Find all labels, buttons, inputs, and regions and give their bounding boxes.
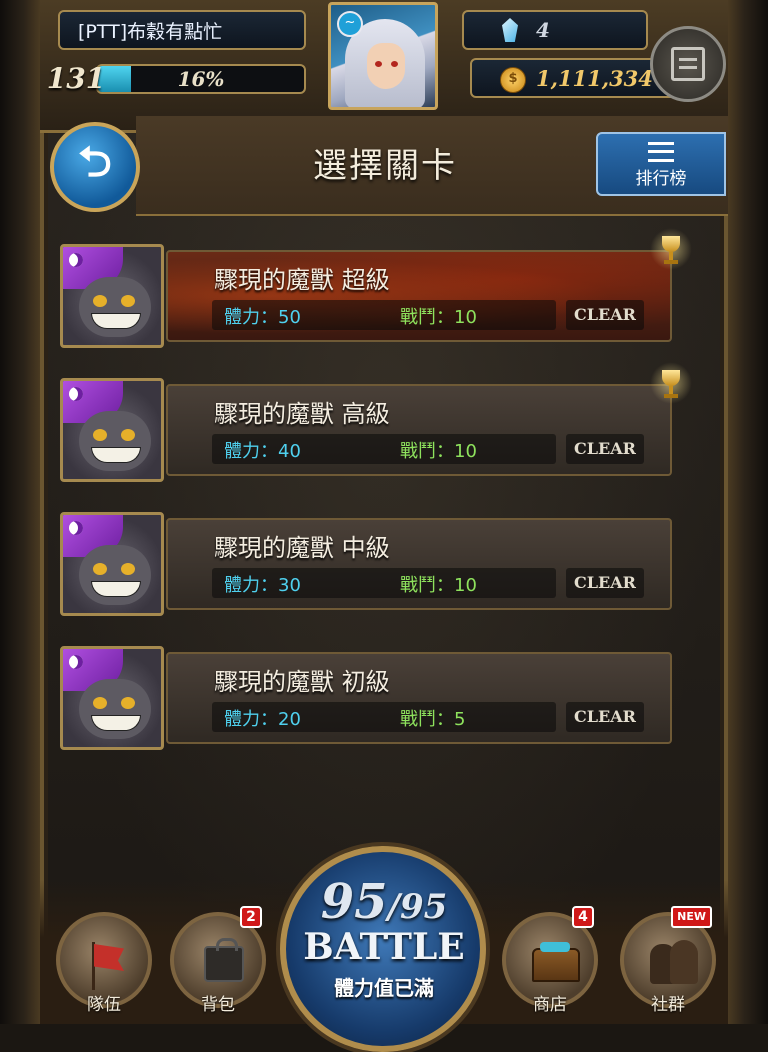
ranking-button[interactable]: 排行榜 [596,132,726,196]
page-title: 選擇關卡 [313,146,457,186]
cheshire-cat-avatar [60,378,164,482]
cheshire-cat-avatar [60,646,164,750]
back-button[interactable]: ⮌ [50,122,140,212]
battle-button[interactable]: 95/95 BATTLE 體力值已滿 [276,840,492,1052]
stage-item[interactable]: 驟現的魔獸 高級 體力：40 戰鬥：10 CLEAR [58,362,692,482]
clear-badge: CLEAR [566,702,644,732]
clear-badge: CLEAR [566,568,644,598]
menu-button[interactable] [650,26,726,102]
avatar-eye [121,429,135,441]
stamina-cost: 體力：20 [224,709,301,730]
stage-item[interactable]: 驟現的魔獸 超級 體力：50 戰鬥：10 CLEAR [58,228,692,348]
nav-bag-button[interactable]: 2 背包 [166,906,270,1024]
battle-count: 戰鬥：5 [400,709,466,730]
nav-label: 商店 [533,995,567,1015]
stage-title: 驟現的魔獸 初級 [214,668,390,696]
treasure-chest-icon [532,942,580,982]
stage-item[interactable]: 驟現的魔獸 初級 體力：20 戰鬥：5 CLEAR [58,646,678,750]
trophy-icon [650,362,692,404]
stamina-status: 體力值已滿 [334,976,434,1000]
stage-item[interactable]: 驟現的魔獸 中級 體力：30 戰鬥：10 CLEAR [58,512,678,616]
ranking-label: 排行榜 [635,169,687,189]
player-portrait[interactable]: ~ [328,2,438,110]
nav-label: 社群 [651,995,685,1015]
avatar-eye [93,563,107,575]
coin-counter: $ 1,111,334 [470,58,680,98]
stamina-display: 95/95 [276,874,492,930]
stamina-cost: 體力：30 [224,575,301,596]
nav-label: 隊伍 [87,995,121,1015]
portrait-face [367,43,405,89]
trophy-icon [650,228,692,270]
nav-shop-button[interactable]: 4 商店 [498,906,602,1024]
coin-icon: $ [500,67,526,93]
gem-icon [502,18,518,42]
nav-social-button[interactable]: NEW 社群 [616,906,720,1024]
stage-title: 驟現的魔獸 高級 [214,400,390,428]
battle-count: 戰鬥：10 [400,307,477,328]
gem-count: 4 [536,18,550,42]
new-badge: NEW [671,906,712,928]
moon-icon [69,521,83,535]
moon-icon [69,655,83,669]
attribute-icon: ~ [337,11,363,37]
nav-label: 背包 [201,995,235,1015]
avatar-eye [93,295,107,307]
exp-percent: 16% [177,67,225,91]
moon-icon [69,253,83,267]
cheshire-cat-avatar [60,244,164,348]
battle-label: BATTLE [303,926,465,968]
player-level: 131 [46,61,106,95]
battle-count: 戰鬥：10 [400,441,477,462]
stamina-current: 95 [320,874,388,930]
notification-badge: 4 [572,906,594,928]
clear-badge: CLEAR [566,300,644,330]
list-icon [648,142,674,162]
flag-icon [94,944,124,971]
stage-title: 驟現的魔獸 中級 [214,534,390,562]
nav-team-button[interactable]: 隊伍 [52,906,156,1024]
battle-count: 戰鬥：10 [400,575,477,596]
moon-icon [69,387,83,401]
avatar-eye [93,429,107,441]
player-name: [PTT]布穀有點忙 [58,10,306,50]
notification-badge: 2 [240,906,262,928]
avatar-eye [121,697,135,709]
left-border [0,0,40,1024]
clear-badge: CLEAR [566,434,644,464]
gem-counter[interactable]: 4 [462,10,648,50]
stage-title: 驟現的魔獸 超級 [214,266,390,294]
bag-icon [204,938,244,982]
stamina-max: /95 [387,887,448,927]
stamina-cost: 體力：50 [224,307,301,328]
stamina-cost: 體力：40 [224,441,301,462]
back-arrow-icon: ⮌ [78,136,112,186]
menu-icon [671,47,705,81]
portrait-eye [375,61,382,67]
avatar-eye [121,295,135,307]
people-icon [670,940,698,984]
cheshire-cat-avatar [60,512,164,616]
portrait-eye [391,61,398,67]
coin-count: 1,111,334 [536,66,653,91]
avatar-eye [93,697,107,709]
exp-bar: 16% [96,64,306,94]
avatar-eye [121,563,135,575]
right-border [728,0,768,1024]
